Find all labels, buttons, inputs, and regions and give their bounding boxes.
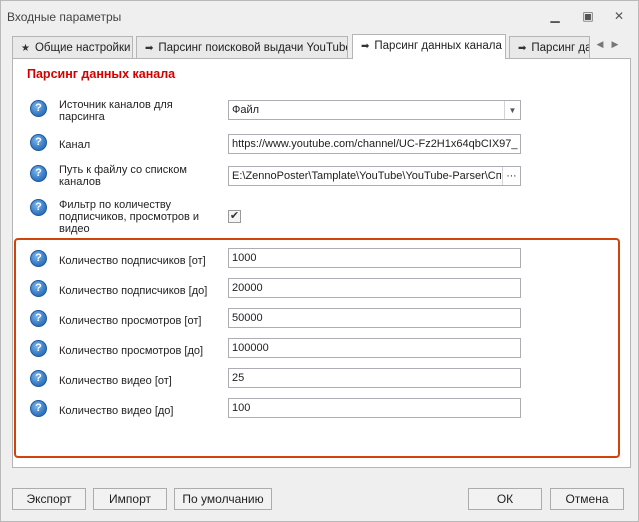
input-parameters-window: Входные параметры ▁ ▣ ✕ ★ Общие настройки… — [0, 0, 639, 522]
cancel-button[interactable]: Отмена — [550, 488, 624, 510]
import-button[interactable]: Импорт — [93, 488, 167, 510]
help-icon[interactable]: ? — [30, 250, 47, 267]
path-value: E:\ZennoPoster\Tamplate\YouTube\YouTube-… — [232, 170, 508, 182]
subs-to-input[interactable]: 20000 — [228, 278, 521, 298]
help-icon[interactable]: ? — [30, 134, 47, 151]
help-icon[interactable]: ? — [30, 340, 47, 357]
help-icon[interactable]: ? — [30, 165, 47, 182]
tab-scroll-left-icon[interactable]: ◀ — [594, 39, 606, 53]
star-icon: ★ — [21, 43, 30, 54]
help-icon[interactable]: ? — [30, 310, 47, 327]
chevron-down-icon[interactable]: ▼ — [504, 101, 520, 119]
tab-label: Парсинг поисковой выдачи YouTube — [158, 42, 348, 54]
source-value: Файл — [232, 104, 260, 116]
help-icon[interactable]: ? — [30, 400, 47, 417]
tab-label: Парсинг данных канала — [374, 40, 502, 52]
source-dropdown[interactable]: Файл ▼ — [228, 100, 521, 120]
videos-to-label: Количество видео [до] — [59, 405, 174, 417]
tab-label: Общие настройки — [34, 42, 131, 54]
minimize-icon[interactable]: ▁ — [546, 8, 564, 24]
path-label: Путь к файлу со списком каналов — [59, 164, 187, 188]
filter-label: Фильтр по количеству подписчиков, просмо… — [59, 199, 200, 235]
subs-from-input[interactable]: 1000 — [228, 248, 521, 268]
arrow-right-icon: ➡ — [518, 43, 527, 54]
channel-label: Канал — [59, 139, 91, 151]
videos-to-input[interactable]: 100 — [228, 398, 521, 418]
subs-from-label: Количество подписчиков [от] — [59, 255, 206, 267]
ok-button[interactable]: ОК — [468, 488, 542, 510]
filter-checkbox[interactable]: ✔ — [228, 210, 241, 223]
window-title: Входные параметры — [7, 10, 122, 24]
browse-button[interactable]: ⋯ — [502, 167, 520, 185]
export-button[interactable]: Экспорт — [12, 488, 86, 510]
videos-from-label: Количество видео [от] — [59, 375, 172, 387]
help-icon[interactable]: ? — [30, 100, 47, 117]
arrow-right-icon: ➡ — [361, 41, 370, 52]
tab-general-settings[interactable]: ★ Общие настройки — [12, 36, 133, 58]
views-to-label: Количество просмотров [до] — [59, 345, 204, 357]
help-icon[interactable]: ? — [30, 370, 47, 387]
close-icon[interactable]: ✕ — [610, 8, 628, 24]
help-icon[interactable]: ? — [30, 199, 47, 216]
section-title: Парсинг данных канала — [27, 67, 176, 81]
views-from-input[interactable]: 50000 — [228, 308, 521, 328]
arrow-right-icon: ➡ — [145, 43, 154, 54]
tab-panel: Парсинг данных канала ? Источник каналов… — [12, 58, 631, 468]
tab-scroll-right-icon[interactable]: ▶ — [609, 39, 621, 53]
title-bar: Входные параметры ▁ ▣ ✕ — [1, 1, 638, 31]
source-label: Источник каналов для парсинга — [59, 99, 173, 123]
channel-input[interactable]: https://www.youtube.com/channel/UC-Fz2H1… — [228, 134, 521, 154]
views-to-input[interactable]: 100000 — [228, 338, 521, 358]
subs-to-label: Количество подписчиков [до] — [59, 285, 208, 297]
tab-bar: ★ Общие настройки ➡ Парсинг поисковой выда… — [12, 34, 632, 59]
restore-icon[interactable]: ▣ — [579, 8, 597, 24]
tab-channel-data-parsing[interactable]: ➡ Парсинг данных канала — [352, 34, 506, 59]
views-from-label: Количество просмотров [от] — [59, 315, 202, 327]
default-button[interactable]: По умолчанию — [174, 488, 272, 510]
tab-youtube-search-parsing[interactable]: ➡ Парсинг поисковой выдачи YouTube — [136, 36, 348, 58]
help-icon[interactable]: ? — [30, 280, 47, 297]
videos-from-input[interactable]: 25 — [228, 368, 521, 388]
tab-label: Парсинг дан — [531, 42, 589, 54]
path-input[interactable]: E:\ZennoPoster\Tamplate\YouTube\YouTube-… — [228, 166, 521, 186]
tab-data-parsing-truncated[interactable]: ➡ Парсинг дан — [509, 36, 590, 58]
